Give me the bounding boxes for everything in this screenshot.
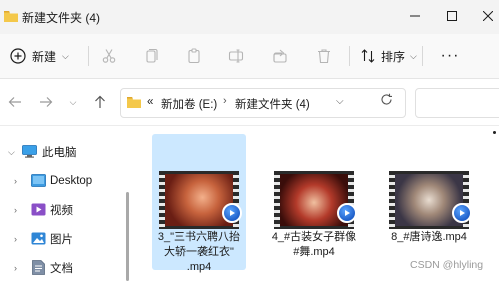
breadcrumb-drive[interactable]: 新加卷 (E:)	[161, 96, 217, 112]
chevron-down-icon[interactable]: ⌵	[8, 147, 15, 158]
minimize-button[interactable]	[404, 7, 426, 25]
navigation-pane: ⌵ 此电脑 › Desktop › 视频 › 图片 › 文档	[0, 126, 118, 281]
forward-button[interactable]	[37, 93, 55, 111]
sort-button-label: 排序	[381, 49, 406, 64]
chevron-right-icon[interactable]: ›	[14, 234, 17, 244]
media-player-icon	[337, 203, 357, 223]
breadcrumb-separator[interactable]: ›	[223, 95, 227, 107]
new-button[interactable]: 新建 ⌵	[10, 44, 69, 68]
divider	[349, 46, 350, 66]
watermark: CSDN @hlyling	[410, 259, 484, 271]
media-player-icon	[452, 203, 472, 223]
file-explorer-window: 新建文件夹 (4) 新建 ⌵ 排序 ⌵ ··· ⌵ « 新加卷 (E:) › 新…	[0, 0, 499, 281]
tree-item-label: 文档	[50, 263, 73, 275]
maximize-button[interactable]	[441, 7, 463, 25]
tree-item-label: 视频	[50, 205, 73, 217]
media-player-icon	[222, 203, 242, 223]
computer-icon	[22, 145, 37, 158]
arrow-left-icon	[8, 97, 21, 107]
address-bar[interactable]: « 新加卷 (E:) › 新建文件夹 (4)	[120, 88, 406, 118]
folder-icon	[127, 97, 141, 108]
arrow-right-icon	[40, 97, 53, 107]
minimize-icon	[410, 15, 420, 17]
overflow-chevron[interactable]: «	[147, 96, 153, 108]
chevron-right-icon[interactable]: ›	[14, 263, 17, 273]
navigation-row: ⌵ « 新加卷 (E:) › 新建文件夹 (4) ⌵	[0, 79, 499, 126]
title-bar: 新建文件夹 (4)	[0, 0, 499, 34]
up-button[interactable]	[91, 93, 109, 111]
cut-button[interactable]	[99, 46, 119, 66]
file-name-line: #舞.mp4	[293, 246, 335, 258]
breadcrumb-folder[interactable]: 新建文件夹 (4)	[235, 96, 310, 112]
command-bar: 新建 ⌵ 排序 ⌵ ···	[0, 34, 499, 79]
tree-item-this-pc[interactable]: ⌵ 此电脑	[0, 142, 118, 162]
plus-circle-icon	[10, 48, 26, 64]
scissors-icon	[102, 49, 116, 63]
close-button[interactable]	[477, 7, 499, 25]
address-history-button[interactable]: ⌵	[336, 96, 344, 107]
navigation-pane-scrollbar[interactable]	[126, 192, 129, 281]
more-options-button[interactable]: ···	[440, 46, 460, 66]
window-title: 新建文件夹 (4)	[22, 11, 101, 25]
file-list-area: 3_"三书六聘八抬 大轿一袭红衣" .mp4 4_#古装女子群像 #舞.mp4	[132, 126, 499, 281]
file-name-line: 8_#唐诗逸.mp4	[391, 231, 467, 243]
chevron-right-icon[interactable]: ›	[14, 176, 17, 186]
file-item[interactable]: 3_"三书六聘八抬 大轿一袭红衣" .mp4	[152, 134, 246, 273]
maximize-icon	[447, 11, 457, 21]
chevron-down-icon: ⌵	[69, 96, 77, 107]
file-name-line: 4_#古装女子群像	[271, 231, 357, 243]
file-name-line: 3_"三书六聘八抬	[157, 231, 241, 243]
chevron-down-icon: ⌵	[410, 50, 417, 61]
divider	[88, 46, 89, 66]
refresh-icon	[381, 93, 392, 105]
arrow-up-icon	[95, 95, 105, 108]
file-item[interactable]: 8_#唐诗逸.mp4	[382, 134, 476, 270]
desktop-icon	[31, 174, 46, 187]
tree-item-desktop[interactable]: › Desktop	[0, 171, 118, 191]
search-input[interactable]	[415, 88, 499, 118]
delete-button[interactable]	[314, 46, 334, 66]
tree-item-documents[interactable]: › 文档	[0, 258, 118, 278]
paste-button[interactable]	[184, 46, 204, 66]
share-icon	[273, 49, 287, 63]
tree-item-label: 图片	[50, 234, 73, 246]
back-button[interactable]	[6, 93, 24, 111]
divider	[422, 46, 423, 66]
rename-button[interactable]	[226, 46, 246, 66]
file-name: 8_#唐诗逸.mp4	[382, 230, 476, 245]
copy-button[interactable]	[141, 46, 161, 66]
share-button[interactable]	[270, 46, 290, 66]
file-name: 3_"三书六聘八抬 大轿一袭红衣" .mp4	[152, 230, 246, 275]
chevron-down-icon: ⌵	[62, 50, 69, 61]
sort-button[interactable]: 排序 ⌵	[360, 44, 417, 68]
file-name-line: .mp4	[186, 261, 212, 273]
trash-icon	[318, 49, 330, 64]
new-button-label: 新建	[32, 49, 57, 64]
recent-locations-button[interactable]: ⌵	[64, 93, 82, 111]
tree-item-label: 此电脑	[42, 147, 77, 159]
chevron-right-icon[interactable]: ›	[14, 205, 17, 215]
file-item[interactable]: 4_#古装女子群像 #舞.mp4	[267, 134, 361, 270]
folder-icon	[4, 11, 18, 22]
dot-mark	[493, 131, 496, 134]
file-name-line: 大轿一袭红衣"	[164, 246, 234, 258]
rename-icon	[228, 49, 244, 63]
tree-item-label: Desktop	[50, 175, 93, 187]
refresh-button[interactable]	[380, 93, 393, 109]
sort-icon	[361, 49, 375, 63]
file-name: 4_#古装女子群像 #舞.mp4	[267, 230, 361, 260]
clipboard-icon	[188, 48, 200, 64]
pictures-folder-icon	[31, 232, 46, 245]
close-icon	[483, 11, 493, 21]
tree-item-pictures[interactable]: › 图片	[0, 229, 118, 249]
documents-folder-icon	[32, 260, 45, 275]
video-folder-icon	[31, 203, 46, 216]
tree-item-videos[interactable]: › 视频	[0, 200, 118, 220]
copy-icon	[146, 48, 158, 63]
